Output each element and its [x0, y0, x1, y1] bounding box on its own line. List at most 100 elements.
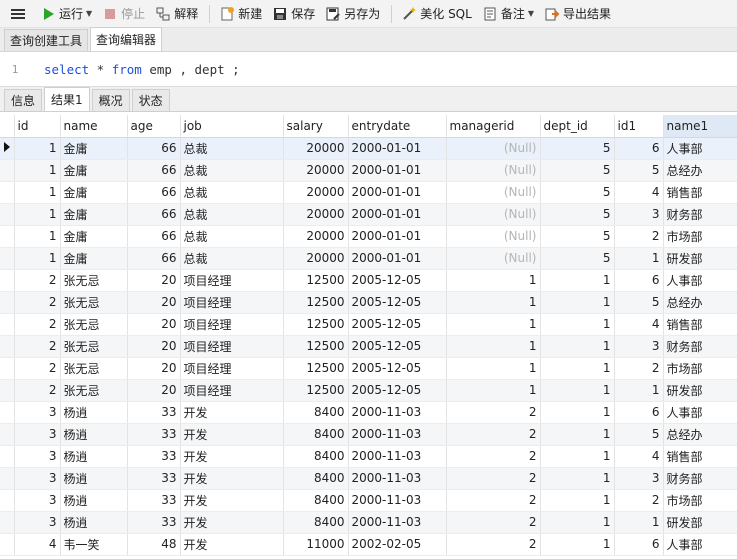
cell-age[interactable]: 66 [127, 159, 181, 182]
cell-name[interactable]: 张无忌 [60, 357, 128, 380]
cell-name1[interactable]: 总经办 [663, 291, 737, 314]
cell-dept-id[interactable]: 1 [540, 313, 615, 336]
table-row[interactable]: 1 金庸 66 总裁 20000 2000-01-01 (Null) 5 6 人事部 [0, 137, 737, 160]
cell-name1[interactable]: 人事部 [663, 269, 737, 292]
table-row[interactable]: 2 张无忌 20 项目经理 12500 2005-12-05 1 1 5 总经办 [0, 291, 737, 314]
cell-entrydate[interactable]: 2000-11-03 [348, 511, 447, 534]
table-row[interactable]: 2 张无忌 20 项目经理 12500 2005-12-05 1 1 1 研发部 [0, 379, 737, 402]
cell-managerid[interactable]: 2 [446, 511, 541, 534]
cell-id[interactable]: 3 [14, 445, 61, 468]
note-button[interactable]: 备注 ▼ [478, 2, 538, 26]
cell-name[interactable]: 杨逍 [60, 423, 128, 446]
tab-result1[interactable]: 结果1 [44, 87, 90, 111]
cell-age[interactable]: 66 [127, 203, 181, 226]
cell-name[interactable]: 张无忌 [60, 335, 128, 358]
cell-job[interactable]: 项目经理 [180, 335, 284, 358]
cell-salary[interactable]: 8400 [283, 489, 349, 512]
cell-dept-id[interactable]: 5 [540, 203, 615, 226]
cell-managerid[interactable]: 1 [446, 379, 541, 402]
cell-id1[interactable]: 6 [614, 533, 664, 556]
cell-job[interactable]: 开发 [180, 533, 284, 556]
sql-editor[interactable]: 1 select * from emp , dept ; [0, 53, 737, 85]
cell-entrydate[interactable]: 2000-11-03 [348, 401, 447, 424]
table-row[interactable]: 1 金庸 66 总裁 20000 2000-01-01 (Null) 5 4 销售部 [0, 181, 737, 204]
cell-age[interactable]: 33 [127, 423, 181, 446]
cell-id1[interactable]: 4 [614, 445, 664, 468]
cell-name1[interactable]: 研发部 [663, 247, 737, 270]
cell-entrydate[interactable]: 2000-11-03 [348, 445, 447, 468]
cell-name1[interactable]: 销售部 [663, 181, 737, 204]
cell-id[interactable]: 1 [14, 225, 61, 248]
cell-id1[interactable]: 5 [614, 423, 664, 446]
cell-salary[interactable]: 12500 [283, 335, 349, 358]
cell-managerid[interactable]: 1 [446, 269, 541, 292]
cell-age[interactable]: 33 [127, 511, 181, 534]
cell-age[interactable]: 20 [127, 335, 181, 358]
cell-name[interactable]: 杨逍 [60, 489, 128, 512]
menu-icon[interactable] [0, 0, 36, 28]
cell-id1[interactable]: 3 [614, 467, 664, 490]
cell-salary[interactable]: 20000 [283, 203, 349, 226]
cell-age[interactable]: 20 [127, 269, 181, 292]
tab-info[interactable]: 信息 [4, 89, 43, 111]
table-row[interactable]: 3 杨逍 33 开发 8400 2000-11-03 2 1 4 销售部 [0, 445, 737, 468]
beautify-sql-button[interactable]: 美化 SQL [397, 2, 476, 26]
cell-salary[interactable]: 12500 [283, 357, 349, 380]
cell-id[interactable]: 1 [14, 159, 61, 182]
cell-managerid[interactable]: 2 [446, 533, 541, 556]
cell-id[interactable]: 3 [14, 467, 61, 490]
table-row[interactable]: 3 杨逍 33 开发 8400 2000-11-03 2 1 6 人事部 [0, 401, 737, 424]
cell-id1[interactable]: 2 [614, 225, 664, 248]
cell-id[interactable]: 1 [14, 203, 61, 226]
cell-entrydate[interactable]: 2005-12-05 [348, 269, 447, 292]
cell-name[interactable]: 张无忌 [60, 269, 128, 292]
cell-id[interactable]: 3 [14, 401, 61, 424]
column-header-managerid[interactable]: managerid [446, 115, 541, 138]
cell-job[interactable]: 项目经理 [180, 379, 284, 402]
table-row[interactable]: 4 韦一笑 48 开发 11000 2002-02-05 2 1 6 人事部 [0, 533, 737, 556]
table-row[interactable]: 3 杨逍 33 开发 8400 2000-11-03 2 1 2 市场部 [0, 489, 737, 512]
cell-entrydate[interactable]: 2002-02-05 [348, 533, 447, 556]
cell-managerid[interactable]: (Null) [446, 181, 541, 204]
cell-entrydate[interactable]: 2005-12-05 [348, 335, 447, 358]
cell-dept-id[interactable]: 1 [540, 533, 615, 556]
cell-salary[interactable]: 8400 [283, 401, 349, 424]
cell-id[interactable]: 2 [14, 335, 61, 358]
column-header-name[interactable]: name [60, 115, 128, 138]
cell-name[interactable]: 韦一笑 [60, 533, 128, 556]
cell-dept-id[interactable]: 1 [540, 357, 615, 380]
tab-profile[interactable]: 概况 [91, 89, 130, 111]
table-row[interactable]: 2 张无忌 20 项目经理 12500 2005-12-05 1 1 6 人事部 [0, 269, 737, 292]
cell-salary[interactable]: 8400 [283, 511, 349, 534]
cell-name[interactable]: 张无忌 [60, 379, 128, 402]
run-dropdown-icon[interactable]: ▼ [86, 9, 92, 18]
cell-dept-id[interactable]: 5 [540, 137, 615, 160]
cell-managerid[interactable]: 2 [446, 401, 541, 424]
cell-name1[interactable]: 研发部 [663, 379, 737, 402]
column-header-name1[interactable]: name1 [663, 115, 737, 138]
cell-job[interactable]: 开发 [180, 401, 284, 424]
cell-managerid[interactable]: (Null) [446, 225, 541, 248]
cell-dept-id[interactable]: 5 [540, 181, 615, 204]
cell-managerid[interactable]: 1 [446, 313, 541, 336]
cell-name1[interactable]: 人事部 [663, 137, 737, 160]
cell-id[interactable]: 2 [14, 379, 61, 402]
cell-age[interactable]: 20 [127, 357, 181, 380]
cell-age[interactable]: 33 [127, 401, 181, 424]
cell-salary[interactable]: 20000 [283, 137, 349, 160]
table-row[interactable]: 1 金庸 66 总裁 20000 2000-01-01 (Null) 5 5 总经办 [0, 159, 737, 182]
cell-dept-id[interactable]: 1 [540, 335, 615, 358]
cell-age[interactable]: 33 [127, 445, 181, 468]
cell-id[interactable]: 2 [14, 357, 61, 380]
cell-entrydate[interactable]: 2000-01-01 [348, 203, 447, 226]
cell-job[interactable]: 总裁 [180, 247, 284, 270]
cell-job[interactable]: 总裁 [180, 181, 284, 204]
cell-job[interactable]: 总裁 [180, 137, 284, 160]
explain-button[interactable]: 解释 [151, 2, 202, 26]
cell-managerid[interactable]: (Null) [446, 159, 541, 182]
cell-name[interactable]: 张无忌 [60, 291, 128, 314]
cell-name[interactable]: 金庸 [60, 203, 128, 226]
cell-dept-id[interactable]: 1 [540, 467, 615, 490]
cell-entrydate[interactable]: 2005-12-05 [348, 357, 447, 380]
column-header-job[interactable]: job [180, 115, 284, 138]
